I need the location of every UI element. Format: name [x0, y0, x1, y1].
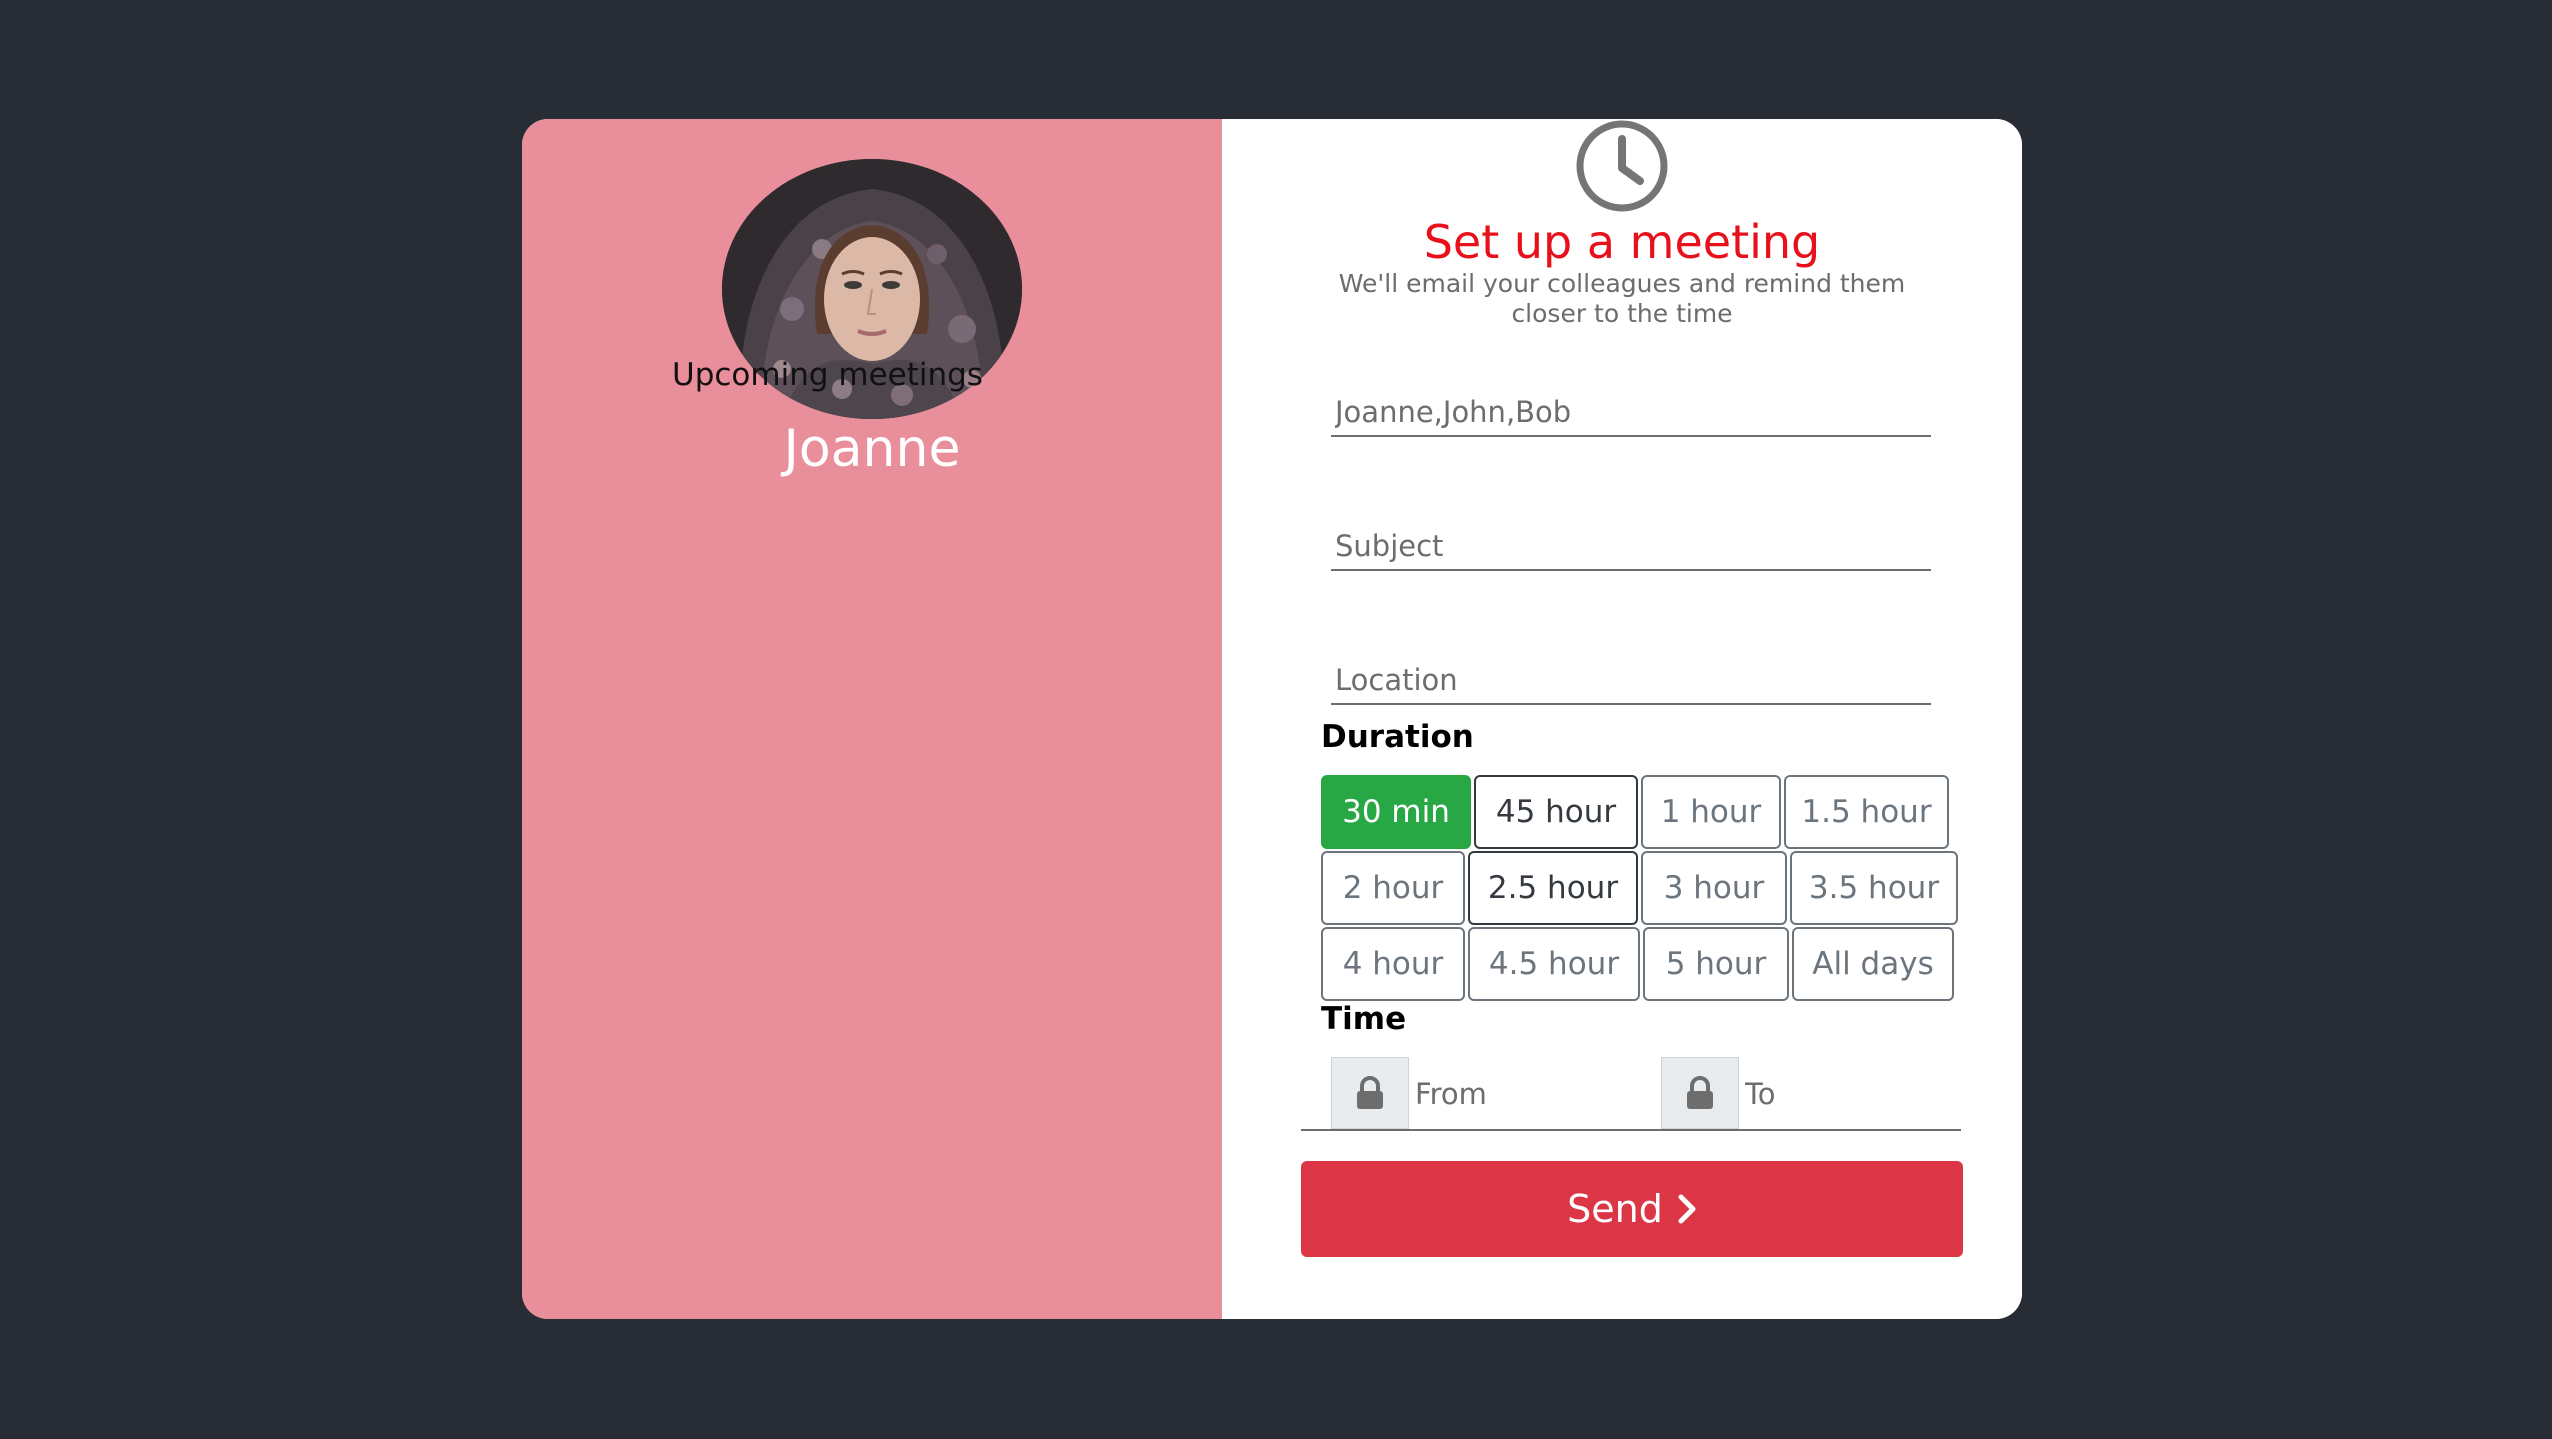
attendees-input[interactable] [1331, 389, 1931, 437]
duration-option-all-days[interactable]: All days [1792, 927, 1954, 1001]
duration-option-30-min[interactable]: 30 min [1321, 775, 1471, 849]
send-button[interactable]: Send [1301, 1161, 1963, 1257]
duration-option-2-hour[interactable]: 2 hour [1321, 851, 1465, 925]
duration-option-3-5-hour[interactable]: 3.5 hour [1790, 851, 1958, 925]
to-lock-addon [1661, 1057, 1739, 1129]
form-title: Set up a meeting [1423, 215, 1821, 269]
duration-option-1-hour[interactable]: 1 hour [1641, 775, 1781, 849]
duration-option-5-hour[interactable]: 5 hour [1643, 927, 1789, 1001]
time-to-input[interactable] [1743, 1071, 1967, 1117]
duration-option-1-5-hour[interactable]: 1.5 hour [1784, 775, 1949, 849]
duration-option-3-hour[interactable]: 3 hour [1641, 851, 1787, 925]
duration-option-4-5-hour[interactable]: 4.5 hour [1468, 927, 1640, 1001]
meeting-form: Set up a meeting We'll email your collea… [1222, 119, 2022, 1319]
from-lock-addon [1331, 1057, 1409, 1129]
duration-label: Duration [1321, 719, 1474, 755]
upcoming-meetings-label: Upcoming meetings [672, 357, 983, 393]
chevron-right-icon [1678, 1194, 1696, 1224]
lock-icon [1357, 1076, 1383, 1109]
profile-panel: Upcoming meetings Joanne [522, 119, 1222, 1319]
send-button-label: Send [1567, 1187, 1663, 1231]
subject-input[interactable] [1331, 523, 1931, 571]
time-range [1301, 1057, 1967, 1131]
duration-option-45-hour[interactable]: 45 hour [1474, 775, 1638, 849]
duration-option-4-hour[interactable]: 4 hour [1321, 927, 1465, 1001]
time-label: Time [1321, 1001, 1407, 1037]
lock-icon [1687, 1076, 1713, 1109]
form-subtitle: We'll email your colleagues and remind t… [1338, 269, 1906, 328]
profile-name: Joanne [783, 419, 961, 479]
duration-option-2-5-hour[interactable]: 2.5 hour [1468, 851, 1638, 925]
meeting-card: Upcoming meetings Joanne Set up a meetin… [522, 119, 2022, 1319]
time-from-input[interactable] [1413, 1071, 1637, 1117]
location-input[interactable] [1331, 657, 1931, 705]
clock-icon [1576, 120, 1668, 212]
